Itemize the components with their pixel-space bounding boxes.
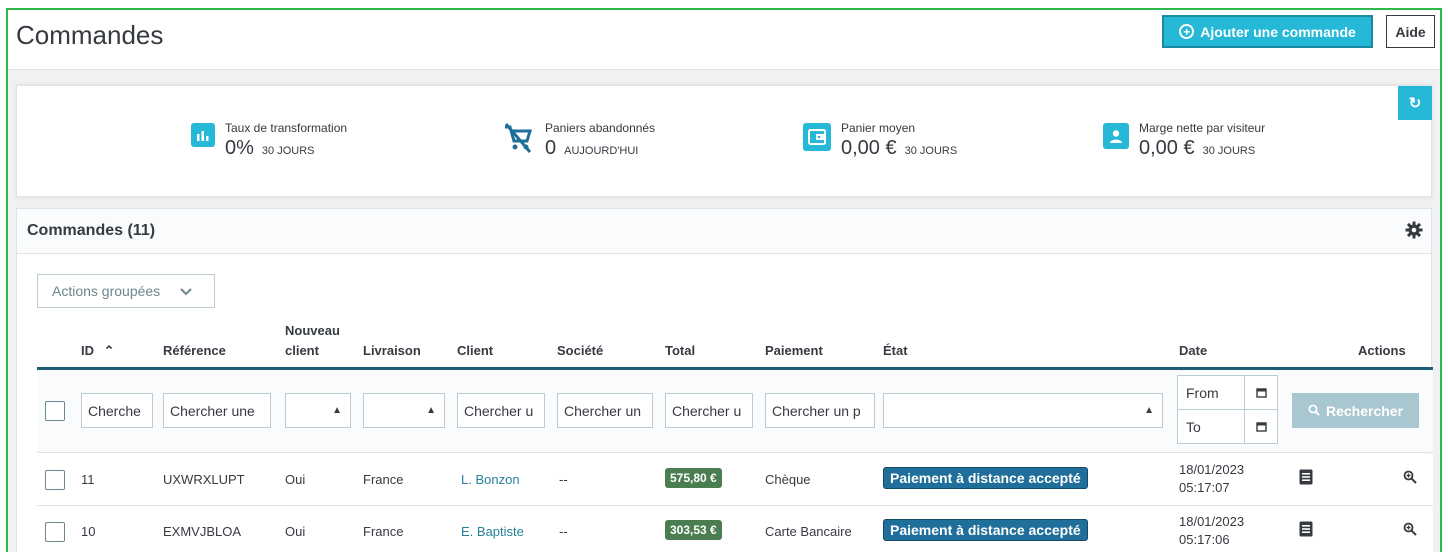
invoice-icon[interactable] <box>1299 469 1313 488</box>
order-delivery: France <box>363 524 404 539</box>
filter-id-input[interactable]: Cherche <box>81 393 153 428</box>
filter-state-select[interactable]: ▲ <box>883 393 1163 428</box>
kpi-average-cart[interactable]: Panier moyen 0,00 € 30 JOURS <box>803 121 957 160</box>
refresh-button[interactable]: ↻ <box>1398 86 1432 120</box>
filter-total-input[interactable]: Chercher u <box>665 393 753 428</box>
filter-reference-input[interactable]: Chercher une <box>163 393 271 428</box>
kpi-period: AUJOURD'HUI <box>564 145 639 157</box>
refresh-icon: ↻ <box>1408 95 1422 112</box>
order-client-link[interactable]: L. Bonzon <box>461 472 520 487</box>
calendar-icon[interactable] <box>1244 376 1277 409</box>
order-payment: Chèque <box>765 472 811 487</box>
date-to-placeholder: To <box>1186 418 1201 435</box>
kpi-value: 0,00 € <box>841 137 897 159</box>
order-reference: UXWRXLUPT <box>163 472 245 487</box>
page-frame: Commandes + Ajouter une commande Aide Ta… <box>6 8 1442 552</box>
kpi-label: Marge nette par visiteur <box>1139 121 1266 135</box>
order-reference: EXMVJBLOA <box>163 524 242 539</box>
kpi-period: 30 JOURS <box>1202 145 1256 157</box>
order-new-client: Oui <box>285 472 306 487</box>
column-header-company[interactable]: Société <box>557 343 603 358</box>
column-header-id[interactable]: ID ⌃ <box>81 343 115 359</box>
sort-arrows-icon: ▲ <box>426 405 436 416</box>
order-company: -- <box>559 472 568 487</box>
search-button[interactable]: Rechercher <box>1292 393 1419 428</box>
order-payment: Carte Bancaire <box>765 524 852 539</box>
page-title: Commandes <box>16 20 164 50</box>
sort-arrows-icon: ▲ <box>332 405 342 416</box>
user-icon <box>1103 123 1129 149</box>
kpi-period: 30 JOURS <box>261 145 315 157</box>
kpi-net-margin[interactable]: Marge nette par visiteur 0,00 € 30 JOURS <box>1103 121 1265 160</box>
order-total-badge: 303,53 € <box>665 520 722 540</box>
table-row[interactable]: 11 UXWRXLUPT Oui France L. Bonzon -- 575… <box>37 454 1433 506</box>
filter-company-input[interactable]: Chercher un <box>557 393 653 428</box>
filter-delivery-select[interactable]: ▲ <box>363 393 445 428</box>
kpi-value: 0 <box>545 137 557 159</box>
row-checkbox[interactable] <box>45 522 65 542</box>
kpi-abandoned-carts[interactable]: Paniers abandonnés 0 AUJOURD'HUI <box>501 121 655 160</box>
page-header: Commandes + Ajouter une commande Aide <box>8 10 1440 70</box>
order-id: 11 <box>81 472 95 487</box>
order-date: 18/01/2023 05:17:07 <box>1179 462 1245 495</box>
sort-up-icon: ⌃ <box>103 343 115 358</box>
kpi-value: 0,00 € <box>1139 137 1195 159</box>
kpi-value: 0% <box>225 137 254 159</box>
column-header-delivery[interactable]: Livraison <box>363 343 421 358</box>
order-delivery: France <box>363 472 404 487</box>
order-company: -- <box>559 524 568 539</box>
bulk-actions-dropdown[interactable]: Actions groupées <box>37 274 215 308</box>
column-header-reference[interactable]: Référence <box>163 343 226 358</box>
add-order-label: Ajouter une commande <box>1200 23 1356 40</box>
order-client-link[interactable]: E. Baptiste <box>461 524 524 539</box>
row-checkbox[interactable] <box>45 470 65 490</box>
kpi-label: Panier moyen <box>841 121 916 135</box>
order-id: 10 <box>81 524 96 539</box>
column-header-date[interactable]: Date <box>1179 343 1207 358</box>
order-state-badge[interactable]: Paiement à distance accepté <box>883 467 1088 489</box>
kpi-label: Paniers abandonnés <box>545 121 656 135</box>
order-state-badge[interactable]: Paiement à distance accepté <box>883 519 1088 541</box>
kpi-label: Taux de transformation <box>225 121 348 135</box>
filter-payment-input[interactable]: Chercher un p <box>765 393 875 428</box>
sort-arrows-icon: ▲ <box>1144 405 1154 416</box>
cart-off-icon <box>501 121 535 155</box>
column-header-payment[interactable]: Paiement <box>765 343 823 358</box>
orders-card-header: Commandes (11) <box>17 209 1431 254</box>
column-header-state[interactable]: État <box>883 343 908 358</box>
help-button[interactable]: Aide <box>1386 15 1435 48</box>
chevron-down-icon <box>180 283 192 299</box>
kpi-conversion[interactable]: Taux de transformation 0% 30 JOURS <box>191 121 347 160</box>
order-date: 18/01/2023 05:17:06 <box>1179 514 1245 547</box>
search-button-label: Rechercher <box>1325 402 1404 419</box>
orders-title: Commandes (11) <box>27 222 156 239</box>
column-header-client[interactable]: Client <box>457 343 493 358</box>
search-icon <box>1308 403 1320 419</box>
order-total-badge: 575,80 € <box>665 468 722 488</box>
date-from-placeholder: From <box>1186 384 1219 401</box>
column-header-actions: Actions <box>1358 343 1406 358</box>
view-order-zoom-icon[interactable] <box>1403 522 1417 539</box>
invoice-icon[interactable] <box>1299 521 1313 540</box>
calendar-icon[interactable] <box>1244 410 1277 443</box>
add-order-button[interactable]: + Ajouter une commande <box>1162 15 1373 48</box>
kpi-card: Taux de transformation 0% 30 JOURS Panier… <box>16 85 1432 197</box>
gear-icon[interactable] <box>1405 221 1423 244</box>
view-order-zoom-icon[interactable] <box>1403 470 1417 487</box>
table-row[interactable]: 10 EXMVJBLOA Oui France E. Baptiste -- 3… <box>37 506 1433 552</box>
wallet-icon <box>803 123 831 151</box>
select-all-checkbox[interactable] <box>45 401 65 421</box>
bar-chart-icon <box>191 123 215 147</box>
filter-date-from[interactable]: From <box>1177 375 1278 410</box>
kpi-period: 30 JOURS <box>904 145 958 157</box>
column-header-new-client[interactable]: Nouveau client <box>285 321 340 361</box>
filter-date-to[interactable]: To <box>1177 409 1278 444</box>
plus-circle-icon: + <box>1179 24 1195 39</box>
orders-card: Commandes (11) Actions groupées ID ⌃ Réf… <box>16 208 1433 552</box>
bulk-actions-label: Actions groupées <box>52 283 161 299</box>
filter-client-input[interactable]: Chercher u <box>457 393 545 428</box>
column-header-total[interactable]: Total <box>665 343 695 358</box>
order-new-client: Oui <box>285 524 306 539</box>
filter-new-client-select[interactable]: ▲ <box>285 393 351 428</box>
